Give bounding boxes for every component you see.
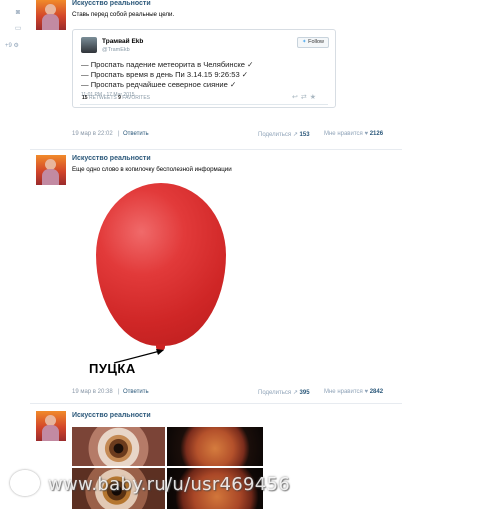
wall-feed: Искусство реальности Ставь перед собой р… [30,0,402,441]
post-author[interactable]: Искусство реальности [72,155,151,162]
retweet-icon[interactable]: ⇄ [301,94,310,101]
watermark-text: www.baby.ru/u/usr469456 [48,474,291,495]
avatar[interactable] [36,0,66,30]
follow-button[interactable]: ✦ Follow [296,37,329,48]
share-icon: ↗ [292,132,298,138]
heart-icon: ♥ [364,131,369,137]
watermark-logo [10,470,40,496]
share-button[interactable]: Поделиться ↗ 153 [258,131,310,138]
post-text: Еще одно слово в копилочку бесполезной и… [72,166,232,173]
share-button[interactable]: Поделиться ↗ 395 [258,389,310,396]
favorite-icon[interactable]: ★ [310,94,319,101]
post-date[interactable]: 19 мар в 20:38 [72,389,113,395]
balloon-label: ПУЦКА [89,361,136,376]
post-author[interactable]: Искусство реальности [72,412,151,419]
reply-link[interactable]: Ответить [123,131,149,137]
tweet-line: — Проспать падение метеорита в Челябинск… [81,60,254,69]
reply-link[interactable]: Ответить [123,389,149,395]
post-text: Ставь перед собой реальные цели. [72,11,175,18]
tweet-actions: ↩⇄★ [292,93,319,101]
post-date[interactable]: 19 мар в 22:02 [72,131,113,137]
gear-icon: ⚙ [13,43,19,49]
tweet-avatar [81,37,97,53]
avatar[interactable] [36,155,66,185]
tweet-author-name: Трамвай Ekb [102,38,144,45]
tweet-stats: 15 RETWEETS 9 FAVORITES [82,95,150,101]
heart-icon: ♥ [364,389,369,395]
comment-icon[interactable]: ▭ [14,25,22,33]
wall-post: Искусство реальности Ставь перед собой р… [30,0,402,150]
like-button[interactable]: Мне нравится ♥ 2842 [324,389,383,395]
post-footer: 19 мар в 22:02 | Ответить Поделиться ↗ 1… [72,131,384,138]
mars-photo[interactable] [167,427,263,466]
like-button[interactable]: Мне нравится ♥ 2126 [324,131,383,137]
balloon-image[interactable] [96,183,231,355]
tweet-line: — Проспать редчайшее северное сияние ✓ [81,80,237,89]
camera-icon[interactable]: ◙ [14,9,22,17]
reply-icon[interactable]: ↩ [292,94,301,101]
tweet-line: — Проспать время в день Пи 3.14.15 9:26:… [81,70,249,79]
rail-counter[interactable]: +9 ⚙ [5,42,19,49]
share-icon: ↗ [292,390,298,396]
tweet-handle: @TramEkb [102,47,130,53]
eye-photo[interactable] [72,427,165,466]
red-balloon [96,183,226,346]
post-footer: 19 мар в 20:38 | Ответить Поделиться ↗ 3… [72,389,384,396]
twitter-bird-icon: ✦ [301,39,307,45]
post-author[interactable]: Искусство реальности [72,0,151,7]
left-rail: ◙ ▭ +9 ⚙ [0,0,30,509]
tweet-divider [80,104,328,105]
avatar[interactable] [36,411,66,441]
